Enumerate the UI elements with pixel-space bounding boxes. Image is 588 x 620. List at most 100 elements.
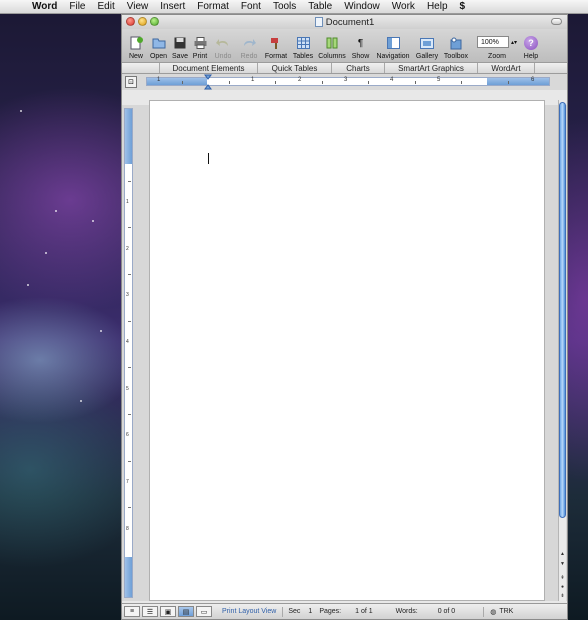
elements-gallery-tabs: Document Elements Quick Tables Charts Sm…	[122, 62, 567, 74]
show-button[interactable]: ¶ Show	[348, 36, 373, 62]
menu-tools[interactable]: Tools	[267, 1, 302, 12]
section-label: Sec	[288, 608, 301, 615]
vertical-scrollbar[interactable]: ▲ ▼ ⇞ ● ⇟	[558, 100, 566, 601]
toolbox-label: Toolbox	[443, 53, 469, 60]
vruler-tick	[128, 274, 131, 275]
ruler-number: 6	[531, 77, 535, 83]
browse-object-icon[interactable]: ●	[559, 583, 566, 590]
outline-view-icon[interactable]: ☰	[142, 606, 158, 617]
script-menu-icon[interactable]: $	[454, 1, 472, 12]
menu-view[interactable]: View	[121, 1, 155, 12]
undo-button[interactable]: Undo	[210, 36, 236, 62]
vruler-number: 7	[126, 479, 129, 485]
text-cursor	[208, 153, 209, 164]
format-button[interactable]: Format	[262, 36, 290, 62]
show-label: Show	[351, 53, 370, 60]
tab-smartart-graphics[interactable]: SmartArt Graphics	[385, 63, 478, 73]
vruler-tick	[128, 507, 131, 508]
tab-charts[interactable]: Charts	[332, 63, 385, 73]
menu-window[interactable]: Window	[338, 1, 386, 12]
toolbar-toggle-button[interactable]	[551, 18, 562, 25]
words-value: 0 of 0	[437, 608, 456, 615]
help-label: Help	[523, 53, 539, 60]
save-button[interactable]: Save	[170, 36, 190, 62]
toolbox-button[interactable]: Toolbox	[441, 36, 471, 62]
tab-document-elements[interactable]: Document Elements	[160, 63, 258, 73]
menu-font[interactable]: Font	[235, 1, 267, 12]
undo-label: Undo	[214, 53, 232, 60]
star-decoration	[92, 220, 94, 222]
open-button[interactable]: Open	[147, 36, 170, 62]
star-decoration	[45, 252, 47, 254]
scroll-thumb[interactable]	[559, 102, 566, 518]
scroll-down-icon[interactable]: ▼	[559, 560, 566, 567]
menu-insert[interactable]: Insert	[154, 1, 191, 12]
words-label: Words:	[395, 608, 418, 615]
star-decoration	[27, 284, 29, 286]
new-button[interactable]: New	[125, 36, 147, 62]
print-layout-view-icon[interactable]: ▤	[178, 606, 194, 617]
navigation-button[interactable]: Navigation	[373, 36, 413, 62]
ruler-tick	[275, 81, 276, 84]
star-decoration	[100, 330, 102, 332]
print-button[interactable]: Print	[190, 36, 210, 62]
publishing-view-icon[interactable]: ▣	[160, 606, 176, 617]
ruler-tick	[229, 81, 230, 84]
document-area: 1 2 3 4 5 6 7 8 ▲ ▼ ⇞ ● ⇟	[122, 100, 567, 601]
gallery-icon	[420, 36, 434, 50]
redo-button[interactable]: Redo	[236, 36, 262, 62]
tables-button[interactable]: Tables	[290, 36, 316, 62]
ruler-number: 3	[344, 77, 348, 83]
close-button[interactable]	[126, 17, 135, 26]
scroll-up-icon[interactable]: ▲	[559, 550, 566, 557]
star-decoration	[55, 210, 57, 212]
tab-quick-tables[interactable]: Quick Tables	[258, 63, 332, 73]
ruler-row: ⊡ 1 1 2 3 4 5 6	[122, 74, 567, 90]
zoom-stepper-icon[interactable]: ▴▾	[511, 39, 517, 46]
columns-button[interactable]: Columns	[316, 36, 348, 62]
vruler-tick	[128, 321, 131, 322]
notebook-view-icon[interactable]: ▭	[196, 606, 212, 617]
title-bar[interactable]: Document1	[122, 15, 567, 29]
vertical-ruler[interactable]: 1 2 3 4 5 6 7 8	[124, 108, 133, 598]
track-changes-label[interactable]: TRK	[499, 608, 513, 615]
gallery-button[interactable]: Gallery	[413, 36, 441, 62]
ruler-toggle-icon[interactable]: ⊡	[125, 76, 137, 88]
minimize-button[interactable]	[138, 17, 147, 26]
menu-file[interactable]: File	[63, 1, 91, 12]
status-divider	[282, 606, 284, 617]
menu-work[interactable]: Work	[386, 1, 421, 12]
menu-word[interactable]: Word	[26, 1, 63, 12]
print-label: Print	[192, 53, 208, 60]
menu-format[interactable]: Format	[191, 1, 235, 12]
word-window: Document1 New Open Save Print Undo Redo …	[121, 14, 568, 620]
status-bar: ≡ ☰ ▣ ▤ ▭ Print Layout View Sec 1 Pages:…	[122, 603, 567, 619]
help-icon: ?	[524, 36, 538, 50]
printer-icon	[193, 36, 207, 50]
ruler-number: 1	[157, 77, 161, 83]
next-page-icon[interactable]: ⇟	[559, 592, 566, 599]
columns-label: Columns	[318, 53, 346, 60]
zoom-input[interactable]: 100%	[476, 36, 509, 48]
menu-edit[interactable]: Edit	[92, 1, 121, 12]
zoom-control[interactable]: 100% ▴▾ Zoom	[476, 36, 517, 62]
track-changes-icon[interactable]: ◍	[490, 608, 496, 616]
indent-marker-icon[interactable]	[204, 74, 212, 90]
tab-wordart[interactable]: WordArt	[478, 63, 535, 73]
zoom-window-button[interactable]	[150, 17, 159, 26]
menu-help[interactable]: Help	[421, 1, 454, 12]
window-controls	[126, 17, 159, 26]
ruler-tick	[461, 81, 462, 84]
draft-view-icon[interactable]: ≡	[124, 606, 140, 617]
save-disk-icon	[173, 36, 187, 50]
previous-page-icon[interactable]: ⇞	[559, 574, 566, 581]
document-page[interactable]	[149, 100, 545, 601]
tables-label: Tables	[292, 53, 314, 60]
zoom-label: Zoom	[488, 53, 506, 60]
menu-table[interactable]: Table	[302, 1, 338, 12]
help-button[interactable]: ? Help	[519, 36, 543, 62]
navigation-pane-icon	[386, 36, 400, 50]
ruler-number: 1	[251, 77, 255, 83]
ruler-tick	[182, 81, 183, 84]
top-margin-region	[125, 109, 132, 164]
